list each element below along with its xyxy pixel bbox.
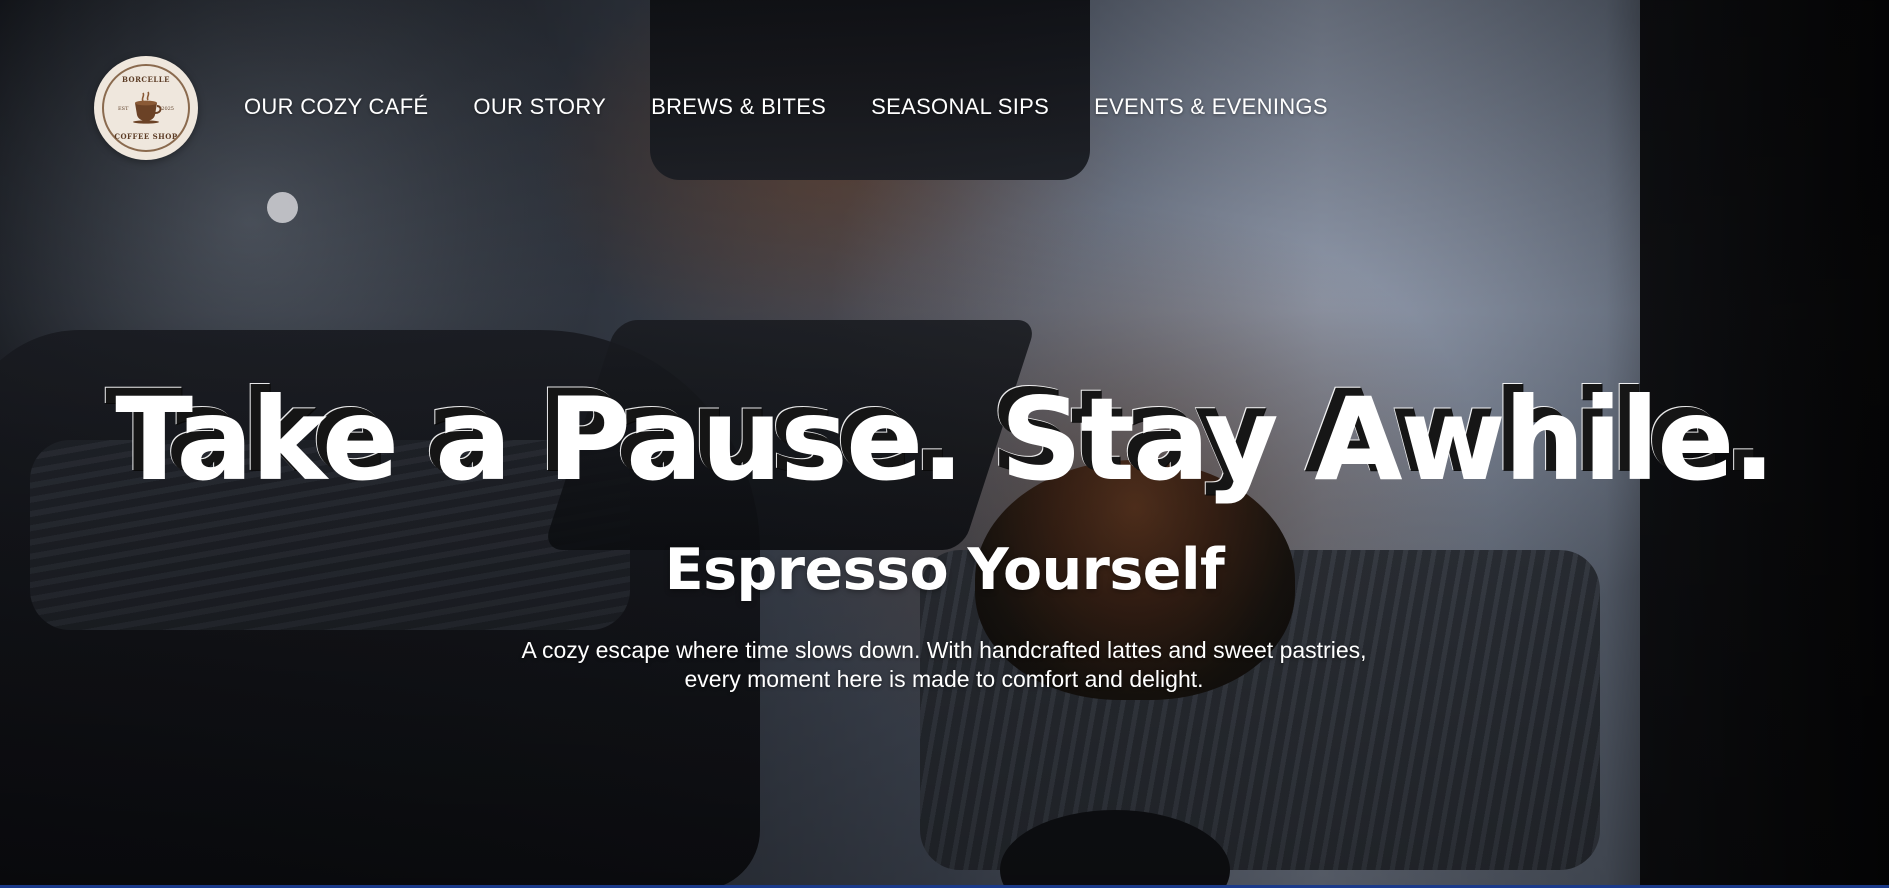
coffee-cup-icon xyxy=(133,91,162,124)
hero-section: BORCELLE EST 2025 COFFEE SHOP OUR COZY C… xyxy=(0,0,1889,888)
hero-title: Take a Pause. Stay Awhile. xyxy=(115,373,1776,506)
nav-item-events-and-evenings[interactable]: EVENTS & EVENINGS xyxy=(1094,94,1328,120)
nav-indicator-dot xyxy=(267,192,298,223)
logo[interactable]: BORCELLE EST 2025 COFFEE SHOP xyxy=(94,56,198,160)
logo-badge: BORCELLE EST 2025 COFFEE SHOP xyxy=(102,64,190,152)
logo-bottom-text: COFFEE SHOP xyxy=(114,132,178,141)
nav-item-our-story[interactable]: OUR STORY xyxy=(473,94,606,120)
main-navigation: OUR COZY CAFÉ OUR STORY BREWS & BITES SE… xyxy=(244,94,1328,120)
nav-item-our-cozy-cafe[interactable]: OUR COZY CAFÉ xyxy=(244,94,428,120)
nav-item-brews-and-bites[interactable]: BREWS & BITES xyxy=(651,94,826,120)
logo-est-label: EST xyxy=(118,106,129,112)
nav-item-seasonal-sips[interactable]: SEASONAL SIPS xyxy=(871,94,1049,120)
logo-top-text: BORCELLE xyxy=(121,75,171,84)
hero-description: A cozy escape where time slows down. Wit… xyxy=(521,637,1367,692)
hero-subtitle: Espresso Yourself xyxy=(664,537,1225,603)
